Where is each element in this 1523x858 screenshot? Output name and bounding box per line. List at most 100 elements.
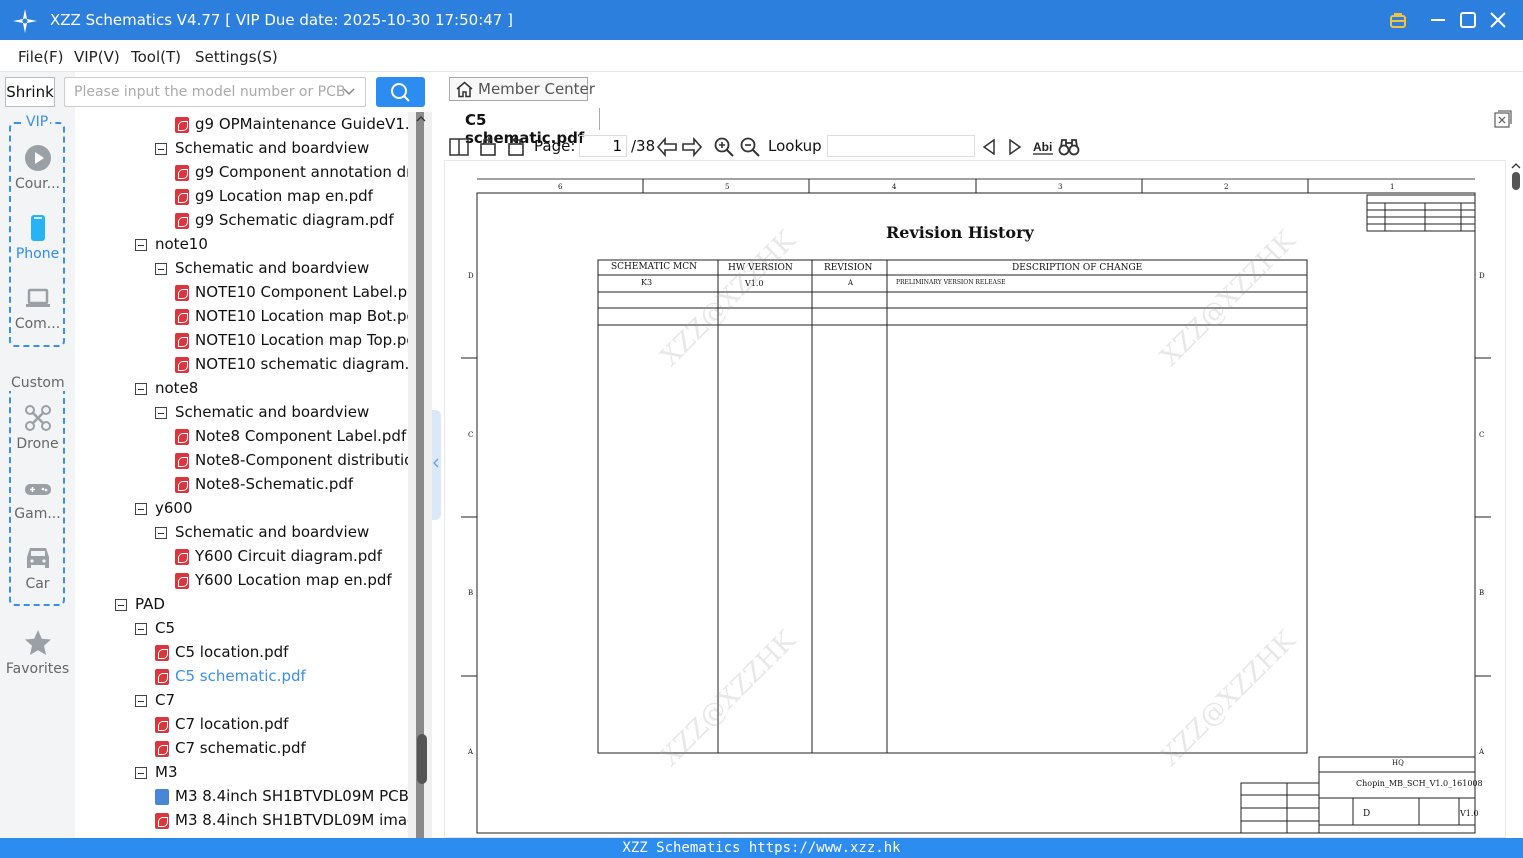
- page-scroll-up-icon[interactable]: [1511, 162, 1521, 170]
- chevron-left-icon: [433, 458, 439, 468]
- rail-favorites[interactable]: Favorites: [0, 629, 75, 677]
- play-icon: [24, 145, 51, 171]
- rail-game[interactable]: Gam...: [0, 474, 75, 522]
- close-icon[interactable]: [1488, 10, 1508, 30]
- tree-scrollbar[interactable]: [408, 112, 432, 838]
- col-mark-2: 2: [1224, 183, 1229, 191]
- rail-favorites-label: Favorites: [5, 661, 70, 677]
- tree-item-label: Note8-Schematic.pdf: [195, 475, 354, 493]
- pdf-file-icon: [175, 285, 189, 301]
- gamepad-icon: [24, 484, 51, 495]
- window-title: XZZ Schematics V4.77 [ VIP Due date: 202…: [50, 11, 513, 29]
- sidebar-toggle-icon[interactable]: [449, 138, 469, 156]
- chevron-down-icon[interactable]: [343, 86, 355, 98]
- prev-page-icon[interactable]: [656, 137, 678, 157]
- row-mark-b-right: B: [1479, 589, 1485, 597]
- rail-car-label: Car: [25, 576, 50, 592]
- binoculars-icon[interactable]: [1058, 137, 1080, 157]
- search-button[interactable]: [376, 77, 425, 107]
- collapse-icon[interactable]: [155, 527, 167, 539]
- page-scroll-thumb[interactable]: [1512, 172, 1520, 190]
- member-center-button[interactable]: Member Center: [449, 77, 595, 101]
- rotate-right-icon[interactable]: [505, 137, 525, 157]
- find-next-icon[interactable]: [1008, 139, 1022, 155]
- match-case-icon[interactable]: Abi: [1032, 138, 1054, 156]
- lookup-input[interactable]: [827, 135, 975, 157]
- tree-item-label: C7 location.pdf: [175, 715, 289, 733]
- col-mark-1: 1: [1390, 183, 1395, 191]
- pdf-page[interactable]: Revision History SCHEMATIC MCN HW VERSIO…: [444, 160, 1506, 838]
- tree-scroll-thumb[interactable]: [417, 734, 427, 784]
- collapse-icon[interactable]: [135, 623, 147, 635]
- tree-item-label: g9 Component annotation drawing.pdf: [195, 163, 408, 181]
- cell-rev: A: [848, 279, 854, 287]
- row-mark-d-right: D: [1479, 272, 1485, 280]
- collapse-icon[interactable]: [135, 239, 147, 251]
- page-total: /38: [631, 137, 656, 155]
- pdf-file-icon: [175, 117, 189, 133]
- star-icon: [24, 630, 51, 655]
- schematic-title: Revision History: [886, 223, 1034, 242]
- menu-bar: File(F) VIP(V) Tool(T) Settings(S): [0, 40, 1523, 72]
- title-bar: XZZ Schematics V4.77 [ VIP Due date: 202…: [0, 0, 1523, 40]
- rail-car[interactable]: Car: [0, 544, 75, 592]
- rail-drone[interactable]: Drone: [0, 404, 75, 452]
- collapse-handle[interactable]: [432, 410, 441, 520]
- drone-icon: [24, 405, 51, 431]
- home-icon: [456, 81, 473, 98]
- shrink-button[interactable]: Shrink: [5, 77, 55, 107]
- row-mark-b: B: [468, 589, 474, 597]
- pdf-file-icon: [175, 549, 189, 565]
- pdf-file-icon: [155, 669, 169, 685]
- tree-item-label: note8: [155, 379, 199, 397]
- search-icon: [391, 83, 410, 102]
- laptop-icon: [25, 288, 50, 307]
- next-page-icon[interactable]: [681, 137, 703, 157]
- pdf-file-icon: [175, 213, 189, 229]
- tree-item-label: M3 8.4inch SH1BTVDL09M PCB layout: [175, 787, 408, 805]
- collapse-icon[interactable]: [155, 407, 167, 419]
- titleblock-company: HQ: [1392, 759, 1404, 767]
- menu-tool[interactable]: Tool(T): [131, 48, 181, 66]
- rail-course[interactable]: Cour...: [0, 144, 75, 192]
- collapse-icon[interactable]: [135, 383, 147, 395]
- custom-group-label: Custom: [9, 375, 67, 391]
- close-tabs-icon[interactable]: [1494, 110, 1512, 128]
- viewer-toolbar: Page: 1 /38 Lookup Abi: [441, 134, 1523, 160]
- page-scrollbar[interactable]: [1508, 160, 1523, 838]
- tree-item-label: g9 Schematic diagram.pdf: [195, 211, 394, 229]
- maximize-icon[interactable]: [1458, 10, 1478, 30]
- titleblock-name: Chopin_MB_SCH_V1.0_161008: [1356, 779, 1483, 788]
- vip-group-label: VIP: [24, 114, 51, 130]
- menu-settings[interactable]: Settings(S): [195, 48, 278, 66]
- tab-c5-schematic[interactable]: C5 schematic.pdf: [449, 105, 599, 147]
- tree-item-label: C7: [155, 691, 176, 709]
- phone-icon: [30, 215, 45, 241]
- zoom-in-icon[interactable]: [714, 137, 734, 157]
- collapse-icon[interactable]: [135, 767, 147, 779]
- vip-bag-icon[interactable]: [1388, 10, 1408, 30]
- collapse-icon[interactable]: [115, 599, 127, 611]
- minimize-icon[interactable]: [1428, 10, 1448, 30]
- rail-computer[interactable]: Com...: [0, 284, 75, 332]
- scroll-up-icon[interactable]: [416, 114, 426, 124]
- rotate-left-icon[interactable]: [479, 137, 499, 157]
- tree-item-label: g9 OPMaintenance GuideV1.pdf: [195, 115, 408, 133]
- rail-phone[interactable]: Phone: [0, 214, 75, 262]
- pdf-file-icon: [175, 189, 189, 205]
- model-search-input[interactable]: Please input the model number or PCB: [64, 77, 366, 107]
- cell-desc: PRELIMINARY VERSION RELEASE: [896, 279, 1006, 286]
- collapse-icon[interactable]: [155, 143, 167, 155]
- find-prev-icon[interactable]: [982, 139, 996, 155]
- titleblock-size: D: [1363, 809, 1371, 819]
- collapse-icon[interactable]: [155, 263, 167, 275]
- rail-phone-label: Phone: [15, 246, 60, 262]
- menu-vip[interactable]: VIP(V): [74, 48, 120, 66]
- page-number-input[interactable]: 1: [579, 135, 627, 157]
- menu-file[interactable]: File(F): [18, 48, 63, 66]
- collapse-icon[interactable]: [135, 503, 147, 515]
- zoom-out-icon[interactable]: [740, 137, 760, 157]
- tree-item-label: C5 location.pdf: [175, 643, 289, 661]
- pane-splitter[interactable]: [432, 112, 441, 838]
- collapse-icon[interactable]: [135, 695, 147, 707]
